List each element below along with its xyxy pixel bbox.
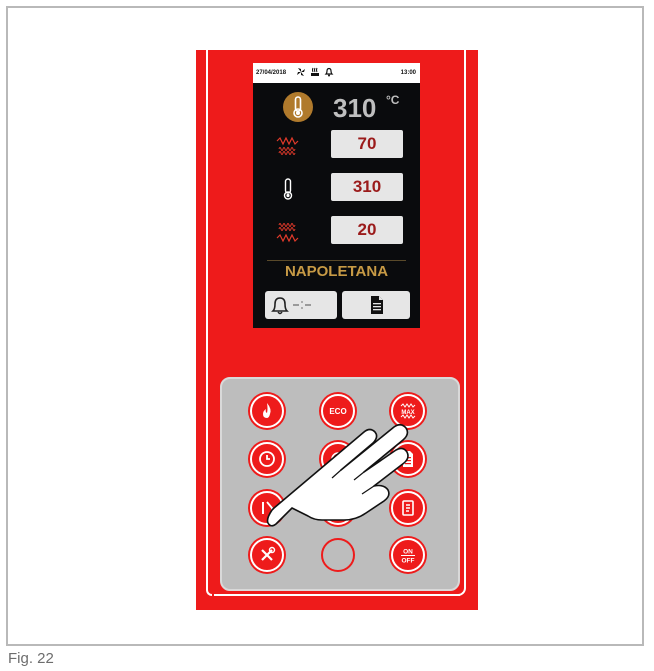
power-off-label: OFF bbox=[402, 558, 415, 565]
figure-caption: Fig. 22 bbox=[8, 650, 54, 667]
thermometer-icon bbox=[283, 178, 293, 200]
main-temperature-unit: °C bbox=[386, 93, 400, 107]
blank-key[interactable] bbox=[321, 538, 355, 572]
status-bar: 27/04/2018 13:00 bbox=[253, 63, 420, 83]
panel-groove-left bbox=[206, 50, 212, 596]
power-key[interactable]: ON OFF bbox=[391, 538, 425, 572]
document-button[interactable] bbox=[342, 291, 410, 319]
steam-icon bbox=[311, 67, 319, 76]
power-icon: ON OFF bbox=[401, 549, 415, 565]
main-temperature-value: 310 bbox=[333, 93, 377, 123]
recipe-divider bbox=[267, 260, 406, 261]
display-screen: 27/04/2018 13:00 310 °C 70 310 20 NAPOLE… bbox=[253, 63, 420, 328]
bell-icon bbox=[324, 67, 334, 77]
fan-icon bbox=[297, 68, 305, 76]
bell-icon bbox=[271, 297, 289, 315]
bottom-heater-icon bbox=[276, 223, 299, 243]
temperature-setpoint-value[interactable]: 310 bbox=[331, 173, 403, 201]
top-heater-icon bbox=[276, 136, 299, 155]
top-heater-value[interactable]: 70 bbox=[331, 130, 403, 158]
status-date: 27/04/2018 bbox=[256, 70, 287, 76]
tools-icon bbox=[261, 546, 276, 561]
alarm-button[interactable] bbox=[265, 291, 337, 319]
thermometer-icon bbox=[293, 96, 303, 118]
bottom-heater-value[interactable]: 20 bbox=[331, 216, 403, 244]
main-thermometer-badge bbox=[283, 92, 313, 122]
document-icon bbox=[371, 296, 383, 314]
power-on-label: ON bbox=[403, 549, 413, 556]
dashes-icon bbox=[293, 301, 311, 309]
panel-groove-bottom bbox=[214, 594, 460, 596]
tools-key[interactable] bbox=[250, 538, 284, 572]
pointing-hand-icon bbox=[266, 423, 409, 527]
recipe-name: NAPOLETANA bbox=[284, 263, 389, 280]
status-time: 13:00 bbox=[400, 70, 416, 76]
